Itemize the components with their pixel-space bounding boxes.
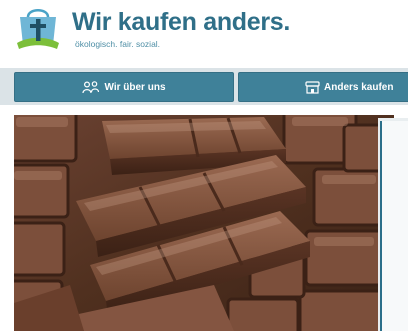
site-header: Wir kaufen anders. ökologisch. fair. soz… bbox=[0, 0, 408, 68]
shopping-bag-cross-icon[interactable] bbox=[15, 5, 61, 51]
shop-icon bbox=[305, 80, 320, 94]
chocolate-bar-pieces-photo bbox=[14, 115, 394, 331]
site-tagline: ökologisch. fair. sozial. bbox=[75, 39, 161, 49]
people-icon bbox=[82, 80, 100, 93]
hero-side-card[interactable] bbox=[380, 121, 408, 331]
nav-item-anders-kaufen[interactable]: Anders kaufen bbox=[238, 72, 408, 102]
hero-image bbox=[14, 115, 394, 331]
nav-item-label: Wir über uns bbox=[104, 81, 166, 93]
site-title[interactable]: Wir kaufen anders. bbox=[72, 8, 290, 37]
nav-item-wir-ueber-uns[interactable]: Wir über uns bbox=[14, 72, 234, 102]
nav-item-label: Anders kaufen bbox=[324, 81, 394, 93]
main-navigation: Wir über uns Anders kaufen bbox=[0, 68, 408, 105]
